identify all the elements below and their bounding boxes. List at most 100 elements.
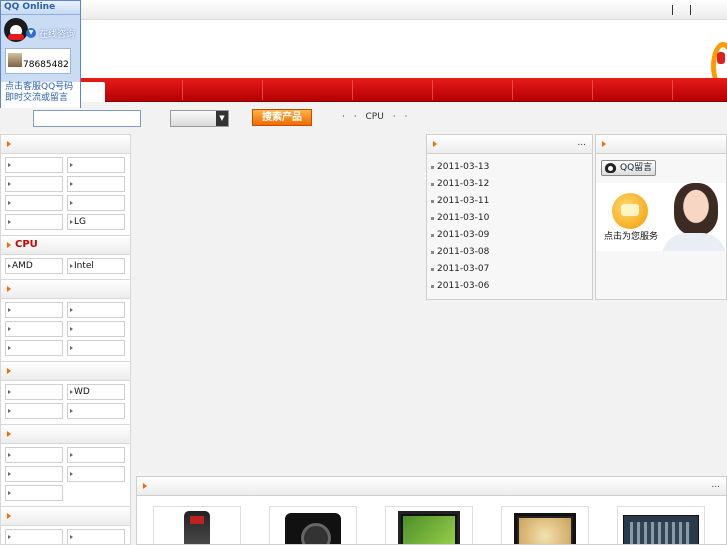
category-link[interactable]: [5, 176, 63, 192]
category-link[interactable]: [67, 195, 125, 211]
support-agent-image: [662, 233, 726, 251]
category-link[interactable]: [67, 176, 125, 192]
center-banner-area: [136, 134, 424, 474]
category-link[interactable]: [67, 529, 125, 544]
qq-consult-label: 在线咨询: [39, 30, 76, 40]
qq-message-button[interactable]: QQ留言: [601, 160, 656, 176]
telephone-icon: [612, 193, 648, 229]
nav-separator: [352, 80, 353, 100]
category-link-lg[interactable]: LG: [67, 214, 125, 230]
category-link[interactable]: [5, 195, 63, 211]
news-item[interactable]: 2011-03-13: [431, 159, 592, 176]
chevron-down-icon[interactable]: ▼: [216, 111, 228, 126]
category-heading-cpu[interactable]: CPU: [1, 236, 130, 255]
category-link[interactable]: [5, 529, 63, 544]
category-link[interactable]: [5, 340, 63, 356]
hot-word[interactable]: ·: [393, 112, 396, 122]
category-link[interactable]: [5, 447, 63, 463]
top-bar-separator: [690, 5, 691, 15]
service-banner[interactable]: 点击为您服务: [596, 183, 726, 251]
nav-separator: [262, 80, 263, 100]
search-bar: ▼ 搜索产品 · · CPU · ·: [0, 104, 727, 132]
category-link[interactable]: [5, 384, 63, 400]
nav-separator: [672, 80, 673, 100]
category-heading[interactable]: [1, 425, 130, 444]
qq-tip-line: 即时交流或留言: [5, 93, 69, 103]
product-thumbnail[interactable]: [501, 506, 589, 544]
hot-word[interactable]: ·: [354, 112, 357, 122]
motherboard-icon: [623, 515, 699, 544]
product-thumbnail[interactable]: [153, 506, 241, 544]
top-bar-separator: [672, 5, 673, 15]
category-link-amd[interactable]: AMD: [5, 258, 63, 274]
news-item[interactable]: 2011-03-08: [431, 244, 592, 261]
nav-separator: [512, 80, 513, 100]
news-list: 2011-03-13 2011-03-12 2011-03-11 2011-03…: [427, 154, 592, 295]
category-link[interactable]: [5, 302, 63, 318]
category-link[interactable]: [5, 466, 63, 482]
news-item[interactable]: 2011-03-11: [431, 193, 592, 210]
customer-service-panel: QQ留言 点击为您服务: [595, 134, 727, 300]
category-link[interactable]: [5, 157, 63, 173]
news-more-link[interactable]: ...: [577, 138, 586, 148]
nav-separator: [592, 80, 593, 100]
search-input[interactable]: [33, 110, 141, 127]
category-link[interactable]: [67, 340, 125, 356]
product-thumbnail[interactable]: [269, 506, 357, 544]
hot-word[interactable]: ·: [404, 112, 407, 122]
top-utility-bar: [0, 0, 727, 20]
chevron-down-icon[interactable]: ▼: [26, 28, 36, 38]
category-link[interactable]: [5, 485, 63, 501]
qq-online-widget: QQ Online ▼ 在线咨询 78685482 点击客服QQ号码 即时交流或…: [0, 0, 81, 108]
category-heading[interactable]: [1, 507, 130, 526]
category-link-intel[interactable]: Intel: [67, 258, 125, 274]
products-more-link[interactable]: ...: [711, 480, 720, 490]
category-link[interactable]: [5, 214, 63, 230]
news-item[interactable]: 2011-03-07: [431, 261, 592, 278]
category-heading[interactable]: [1, 135, 130, 154]
main-nav-bar: [0, 78, 727, 102]
qq-consult-button[interactable]: ▼ 在线咨询: [4, 18, 79, 44]
qq-contact-entry[interactable]: 78685482: [5, 48, 71, 74]
lcd-monitor-photo-icon: [514, 513, 576, 544]
category-heading[interactable]: [1, 362, 130, 381]
arrow-right-icon: [143, 483, 147, 489]
news-item[interactable]: 2011-03-12: [431, 176, 592, 193]
service-panel-header: [596, 135, 726, 154]
news-item[interactable]: 2011-03-06: [431, 278, 592, 295]
news-item[interactable]: 2011-03-10: [431, 210, 592, 227]
products-panel-header: ...: [137, 477, 726, 496]
arrow-right-icon: [433, 141, 437, 147]
category-link[interactable]: [67, 321, 125, 337]
category-link[interactable]: [67, 403, 125, 419]
nav-item-home[interactable]: [78, 82, 105, 102]
avatar: [8, 53, 22, 67]
qq-penguin-icon: [4, 18, 28, 42]
news-panel: ... 2011-03-13 2011-03-12 2011-03-11 201…: [426, 134, 593, 300]
search-products-button[interactable]: 搜索产品: [252, 109, 312, 126]
category-link[interactable]: [67, 447, 125, 463]
product-thumbnail[interactable]: [385, 506, 473, 544]
lcd-monitor-icon: [398, 511, 460, 544]
category-list: [1, 526, 130, 544]
news-item[interactable]: 2011-03-09: [431, 227, 592, 244]
product-thumbnail[interactable]: [617, 506, 705, 544]
category-link[interactable]: [5, 403, 63, 419]
category-link[interactable]: [67, 157, 125, 173]
logo-accent-icon: [717, 52, 725, 64]
support-agent-image: [674, 183, 718, 235]
search-category-select[interactable]: ▼: [170, 110, 229, 127]
category-link-wd[interactable]: WD: [67, 384, 125, 400]
category-link[interactable]: [5, 321, 63, 337]
dslr-camera-icon: [285, 513, 341, 544]
category-list: LG: [1, 154, 130, 236]
qq-tip-line: 点击客服QQ号码: [5, 82, 74, 92]
service-banner-text: 点击为您服务: [604, 232, 659, 242]
category-heading[interactable]: [1, 280, 130, 299]
qq-widget-title: QQ Online: [1, 1, 80, 15]
hot-word[interactable]: CPU: [366, 112, 384, 122]
category-link[interactable]: [67, 466, 125, 482]
hot-word[interactable]: ·: [342, 112, 345, 122]
qq-message-label: QQ留言: [620, 163, 653, 173]
category-link[interactable]: [67, 302, 125, 318]
